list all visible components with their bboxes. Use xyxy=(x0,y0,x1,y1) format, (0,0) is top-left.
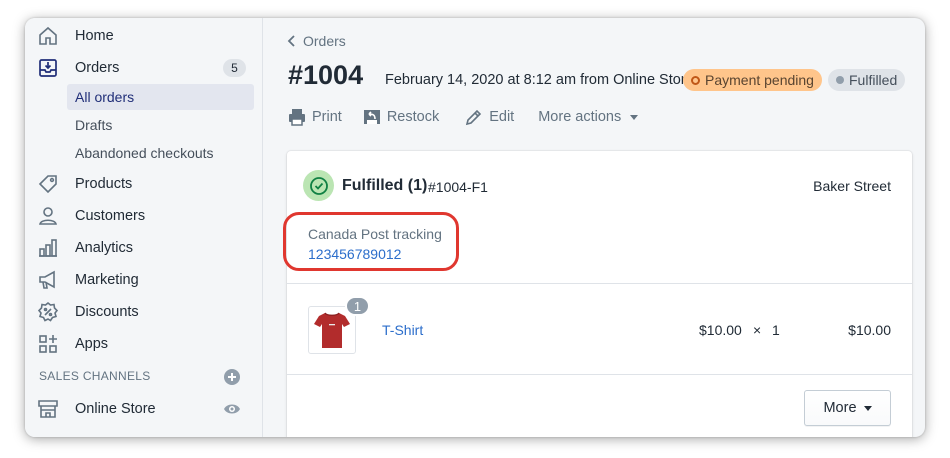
divider xyxy=(287,374,912,375)
payment-status-badge: Payment pending xyxy=(683,69,822,91)
print-label: Print xyxy=(312,109,342,125)
add-sales-channel-icon[interactable] xyxy=(223,368,241,386)
sidebar-item-label: Products xyxy=(75,176,133,192)
sidebar-subitem-all-orders[interactable]: All orders xyxy=(67,84,254,110)
sidebar-subitem-label: All orders xyxy=(75,89,135,105)
fulfillment-location: Baker Street xyxy=(813,178,891,194)
sidebar-item-orders[interactable]: Orders 5 xyxy=(25,54,263,82)
fulfillment-title: Fulfilled (1) xyxy=(342,177,428,194)
line-total: $10.00 xyxy=(848,322,891,338)
fulfillment-status-badge: Fulfilled xyxy=(828,69,906,91)
sidebar-item-label: Marketing xyxy=(75,272,139,288)
sidebar-item-label: Orders xyxy=(75,60,120,76)
restock-label: Restock xyxy=(386,109,440,125)
breadcrumb-label: Orders xyxy=(303,33,346,49)
sidebar-item-label: Apps xyxy=(75,336,109,352)
more-actions-dropdown[interactable]: More actions xyxy=(538,109,639,125)
sidebar-item-discounts[interactable]: Discounts xyxy=(25,298,263,326)
sidebar-item-label: Online Store xyxy=(75,401,156,417)
fulfillment-id: #1004-F1 xyxy=(428,179,488,195)
unit-price: $10.00 xyxy=(699,322,742,338)
sidebar-subitem-label: Abandoned checkouts xyxy=(75,145,214,161)
more-actions-label: More actions xyxy=(538,109,622,125)
order-number-title: #1004 xyxy=(288,60,364,90)
fulfilled-check-icon xyxy=(303,170,334,201)
sidebar-item-marketing[interactable]: Marketing xyxy=(25,266,263,294)
main-content: Orders #1004 February 14, 2020 at 8:12 a… xyxy=(264,18,925,437)
sidebar-item-customers[interactable]: Customers xyxy=(25,202,263,230)
print-button[interactable]: Print xyxy=(288,108,342,126)
app-window: Home Orders 5 All orders Drafts Abandone… xyxy=(25,18,925,437)
multiply-sign: × xyxy=(753,322,762,338)
edit-button[interactable]: Edit xyxy=(465,108,514,126)
tracking-highlight-annotation xyxy=(283,212,459,271)
store-icon xyxy=(37,398,59,420)
breadcrumb-orders[interactable]: Orders xyxy=(286,33,346,49)
discount-icon xyxy=(37,301,59,323)
tag-icon xyxy=(37,173,59,195)
payment-status-label: Payment pending xyxy=(705,72,814,88)
sidebar-item-products[interactable]: Products xyxy=(25,170,263,198)
orders-count-badge: 5 xyxy=(223,59,246,77)
view-store-eye-icon[interactable] xyxy=(223,400,241,418)
home-icon xyxy=(37,25,59,47)
sidebar-item-label: Home xyxy=(75,28,114,44)
restock-icon xyxy=(363,110,380,124)
tshirt-image xyxy=(314,312,350,348)
restock-button[interactable]: Restock xyxy=(363,108,439,126)
sidebar-subitem-abandoned-checkouts[interactable]: Abandoned checkouts xyxy=(67,140,254,166)
chevron-left-icon xyxy=(287,35,295,47)
pencil-icon xyxy=(466,109,482,126)
more-button-label: More xyxy=(823,400,857,416)
sidebar-subitem-drafts[interactable]: Drafts xyxy=(67,112,254,138)
caret-down-icon xyxy=(863,405,872,411)
sidebar-item-analytics[interactable]: Analytics xyxy=(25,234,263,262)
quantity-badge: 1 xyxy=(345,296,370,316)
fulfillment-card: Fulfilled (1) #1004-F1 Baker Street Cana… xyxy=(283,151,912,437)
product-name-link[interactable]: T-Shirt xyxy=(382,322,423,338)
line-quantity: 1 xyxy=(772,322,780,338)
sidebar-item-label: Analytics xyxy=(75,240,134,256)
sidebar-subitem-label: Drafts xyxy=(75,117,113,133)
sidebar-item-label: Customers xyxy=(75,208,146,224)
apps-icon xyxy=(37,333,59,355)
fulfillment-status-label: Fulfilled xyxy=(849,72,898,88)
person-icon xyxy=(37,205,59,227)
sidebar-item-label: Discounts xyxy=(75,304,139,320)
divider xyxy=(287,283,912,284)
sidebar-item-home[interactable]: Home xyxy=(25,22,263,50)
order-actions-bar: Print Restock Edit More actions xyxy=(288,106,639,128)
caret-down-icon xyxy=(630,114,639,120)
pending-dot-icon xyxy=(691,75,700,85)
sidebar-item-apps[interactable]: Apps xyxy=(25,330,263,358)
sidebar: Home Orders 5 All orders Drafts Abandone… xyxy=(25,18,263,437)
orders-icon xyxy=(37,57,59,79)
edit-label: Edit xyxy=(489,109,515,125)
more-button[interactable]: More xyxy=(804,390,891,426)
bar-chart-icon xyxy=(37,237,59,259)
sidebar-item-online-store[interactable]: Online Store xyxy=(25,395,263,423)
printer-icon xyxy=(289,109,305,126)
fulfilled-dot-icon xyxy=(836,76,844,84)
order-meta: February 14, 2020 at 8:12 am from Online… xyxy=(385,72,694,88)
sales-channels-heading: SALES CHANNELS xyxy=(39,369,151,383)
megaphone-icon xyxy=(37,269,59,291)
